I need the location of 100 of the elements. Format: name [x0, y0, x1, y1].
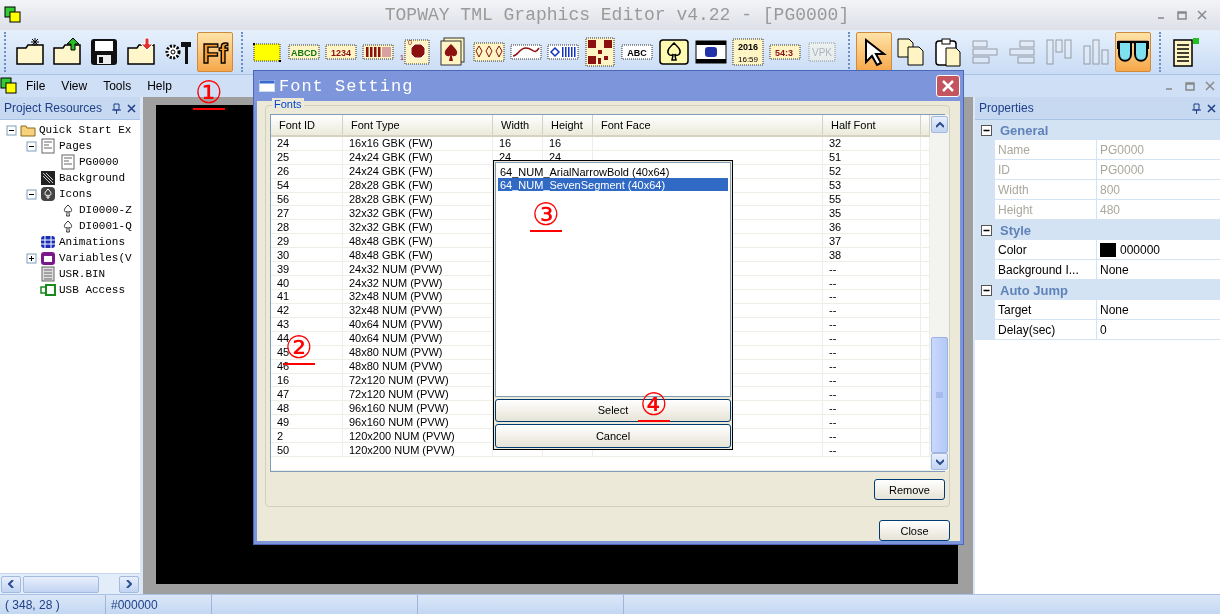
tree-item[interactable]: PG0000 — [79, 156, 119, 168]
tree-item[interactable]: USB Access — [59, 284, 125, 296]
table-cell: -- — [823, 373, 921, 387]
scroll-thumb[interactable] — [23, 575, 99, 593]
arrow-down-icon — [935, 458, 944, 465]
close-button[interactable] — [1205, 81, 1215, 91]
status-text: #000000 — [106, 595, 212, 614]
table-cell: 50 — [271, 443, 343, 457]
column-header[interactable]: Font Face — [593, 115, 823, 135]
table-cell: -- — [823, 387, 921, 401]
column-header[interactable]: Font Type — [343, 115, 493, 135]
panel-title: Properties — [979, 101, 1035, 115]
property-name: Delay(sec) — [995, 320, 1097, 340]
table-cell: 56 — [271, 192, 343, 206]
dialog-title: Font Setting — [279, 76, 415, 96]
pin-icon[interactable] — [1192, 102, 1201, 114]
property-value[interactable]: None — [1097, 260, 1220, 280]
close-button[interactable]: Close — [879, 520, 950, 541]
table-cell: -- — [823, 401, 921, 415]
maximize-button[interactable] — [1177, 10, 1187, 20]
column-header[interactable]: Width — [493, 115, 543, 135]
paste-icon — [932, 36, 964, 68]
collapse-toggle[interactable] — [981, 284, 992, 296]
tree-item[interactable]: Quick Start Ex — [39, 124, 132, 136]
property-value[interactable]: 0 — [1097, 320, 1220, 340]
scroll-up-button[interactable] — [931, 116, 948, 133]
remove-button[interactable]: Remove — [874, 479, 945, 500]
maximize-button[interactable] — [1185, 81, 1195, 91]
tree-item[interactable]: Variables(V — [59, 252, 132, 264]
column-header[interactable]: Half Font — [823, 115, 921, 135]
tree-item[interactable]: Animations — [59, 236, 125, 248]
vertical-scrollbar[interactable] — [930, 115, 949, 471]
cancel-button[interactable]: Cancel — [495, 424, 731, 448]
table-cell: 2 — [271, 429, 343, 443]
table-cell: 25 — [271, 150, 343, 164]
folder-icon — [20, 122, 36, 138]
open-project-icon — [51, 36, 83, 68]
menu-item[interactable]: View — [53, 79, 96, 93]
table-cell: 47 — [271, 387, 343, 401]
color-value-field[interactable]: 000000 — [1097, 240, 1220, 260]
section-title: Auto Jump — [1000, 282, 1068, 298]
table-cell: -- — [823, 290, 921, 303]
collapse-toggle[interactable] — [981, 124, 992, 136]
table-cell: 32 — [823, 136, 921, 150]
close-icon — [942, 80, 954, 92]
column-header[interactable]: Font ID — [271, 115, 343, 135]
tree-item[interactable]: Icons — [59, 188, 92, 200]
horizontal-scrollbar[interactable] — [0, 573, 140, 594]
property-name: Target — [995, 300, 1097, 320]
tree-item[interactable]: DI0001-Q — [79, 220, 132, 232]
property-name: Name — [995, 140, 1097, 160]
animations-icon — [40, 234, 56, 250]
property-name: ID — [995, 160, 1097, 180]
tree-item[interactable]: USR.BIN — [59, 268, 106, 280]
grip-icon — [936, 392, 943, 398]
property-name: Height — [995, 200, 1097, 220]
table-cell: 26 — [271, 164, 343, 178]
table-cell: -- — [823, 276, 921, 289]
list-item[interactable]: 64_NUM_SevenSegment (40x64) — [498, 178, 728, 191]
property-value[interactable]: None — [1097, 300, 1220, 320]
pointer-tool-button[interactable] — [856, 32, 892, 72]
tree-item[interactable]: Background — [59, 172, 125, 184]
list-item[interactable]: 64_NUM_ArialNarrowBold (40x64) — [498, 165, 728, 178]
table-cell: 39 — [271, 262, 343, 276]
table-cell: 43 — [271, 317, 343, 331]
collapse-toggle[interactable] — [981, 224, 992, 236]
close-icon[interactable] — [1207, 103, 1216, 113]
scroll-right-button[interactable] — [119, 575, 139, 593]
close-button[interactable] — [1197, 10, 1207, 20]
tree-item[interactable]: DI0000-Z — [79, 204, 132, 216]
close-icon[interactable] — [127, 103, 136, 113]
column-header[interactable]: Height — [543, 115, 593, 135]
table-cell: 40 — [271, 276, 343, 289]
menu-item[interactable]: File — [18, 79, 54, 93]
page-icon — [60, 154, 76, 170]
collapse-toggle[interactable] — [26, 140, 37, 152]
scroll-down-button[interactable] — [931, 453, 948, 470]
scroll-thumb[interactable] — [931, 337, 948, 453]
table-cell: -- — [823, 317, 921, 331]
pin-icon[interactable] — [112, 102, 121, 114]
table-cell: 24 — [271, 136, 343, 150]
table-cell: 29 — [271, 234, 343, 248]
tree-item[interactable]: Pages — [59, 140, 92, 152]
scroll-left-button[interactable] — [1, 575, 21, 593]
menu-item[interactable]: Help — [139, 79, 180, 93]
icon-button-tool-icon — [658, 36, 690, 68]
icons-icon — [40, 186, 56, 202]
table-cell: 16x16 GBK (FW) — [343, 136, 493, 150]
property-name: Color — [995, 240, 1097, 260]
table-cell: 16 — [543, 136, 593, 150]
collapse-toggle[interactable] — [26, 188, 37, 200]
menu-item[interactable]: Tools — [95, 79, 140, 93]
expand-toggle[interactable] — [26, 252, 37, 264]
table-cell: 53 — [823, 178, 921, 192]
collapse-toggle[interactable] — [6, 124, 17, 136]
glasses-button[interactable] — [1115, 32, 1151, 72]
table-cell: 54 — [271, 178, 343, 192]
arrow-right-icon — [126, 580, 132, 588]
table-cell: 16 — [493, 136, 543, 150]
table-cell: -- — [823, 443, 921, 457]
